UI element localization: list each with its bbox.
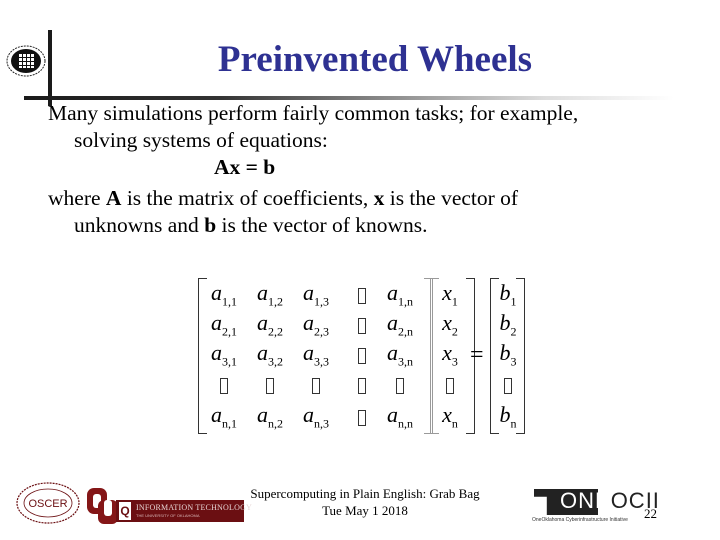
oscer-logo-text: OSCER <box>28 498 67 510</box>
b-vector-element: b3 <box>499 340 517 369</box>
footer-date: Tue May 1 2018 <box>322 503 408 518</box>
information-technology-logo: Q INFORMATION TECHNOLOGY THE UNIVERSITY … <box>116 500 252 522</box>
matrix-element: a2,1 <box>211 310 237 339</box>
b-vector-element: b1 <box>499 280 517 309</box>
matrix-element: a2,n <box>387 310 413 339</box>
body-line: unknowns and b is the vector of knowns. <box>48 212 688 239</box>
ellipsis-placeholder-icon <box>266 378 274 394</box>
bold-term: b <box>204 213 217 237</box>
text: is the vector of knowns. <box>216 213 428 237</box>
slide-body: Many simulations perform fairly common t… <box>48 100 688 239</box>
matrix-element: a1,1 <box>211 280 237 309</box>
ellipsis-placeholder-icon <box>504 378 512 394</box>
oneocii-tagline: OneOklahoma Cyberinfrastructure Initiati… <box>532 517 628 523</box>
ellipsis-placeholder-icon <box>312 378 320 394</box>
ellipsis-placeholder-icon <box>358 318 366 334</box>
x-vector-element: x1 <box>442 280 458 309</box>
ellipsis-placeholder-icon <box>358 378 366 394</box>
b-vector-element: bn <box>499 402 517 431</box>
x-vector-element: x3 <box>442 340 458 369</box>
matrix-element: an,n <box>387 402 413 431</box>
matrix-element: a1,n <box>387 280 413 309</box>
matrix-element: an,3 <box>303 402 329 431</box>
equation: Ax = b <box>214 155 276 179</box>
body-line: where A is the matrix of coefficients, x… <box>48 185 688 212</box>
bold-term: A <box>105 186 122 210</box>
b-vector-element: b2 <box>499 310 517 339</box>
matrix-element: a3,n <box>387 340 413 369</box>
x-vector-element: x2 <box>442 310 458 339</box>
oneocii-one: ONE <box>560 488 611 513</box>
matrix-element: a3,2 <box>257 340 283 369</box>
matrix-element: a2,3 <box>303 310 329 339</box>
ellipsis-placeholder-icon <box>358 410 366 426</box>
page-number: 22 <box>644 506 657 521</box>
slide-title: Preinvented Wheels <box>217 39 533 80</box>
oneocii-logo: ONEOCII OneOklahoma Cyberinfrastructure … <box>530 486 659 526</box>
text: where <box>48 186 106 210</box>
text: is the vector of <box>384 186 519 210</box>
matrix-element: a1,3 <box>303 280 329 309</box>
ou-q-icon: Q <box>119 502 131 520</box>
ellipsis-placeholder-icon <box>396 378 404 394</box>
text: is the matrix of coefficients, <box>121 186 374 210</box>
matrix-element: a2,2 <box>257 310 283 339</box>
matrix-element: a1,2 <box>257 280 283 309</box>
it-logo-subtitle: THE UNIVERSITY OF OKLAHOMA <box>136 513 200 518</box>
ellipsis-placeholder-icon <box>358 348 366 364</box>
oscer-logo-icon: OSCER <box>16 482 80 524</box>
bold-term: x <box>373 186 385 210</box>
footer-course-title: Supercomputing in Plain English: Grab Ba… <box>250 486 480 501</box>
x-vector-element: xn <box>442 402 458 431</box>
matrix-element: an,1 <box>211 402 237 431</box>
matrix-element: an,2 <box>257 402 283 431</box>
matrix-element: a3,1 <box>211 340 237 369</box>
ellipsis-placeholder-icon <box>220 378 228 394</box>
equals-sign: = <box>470 342 484 368</box>
ellipsis-placeholder-icon <box>358 288 366 304</box>
body-line: Many simulations perform fairly common t… <box>48 101 579 125</box>
matrix-element: a3,3 <box>303 340 329 369</box>
text: unknowns and <box>74 213 205 237</box>
ellipsis-placeholder-icon <box>446 378 454 394</box>
footer-text: Supercomputing in Plain English: Grab Ba… <box>235 485 495 519</box>
body-line: solving systems of equations: <box>74 128 328 152</box>
